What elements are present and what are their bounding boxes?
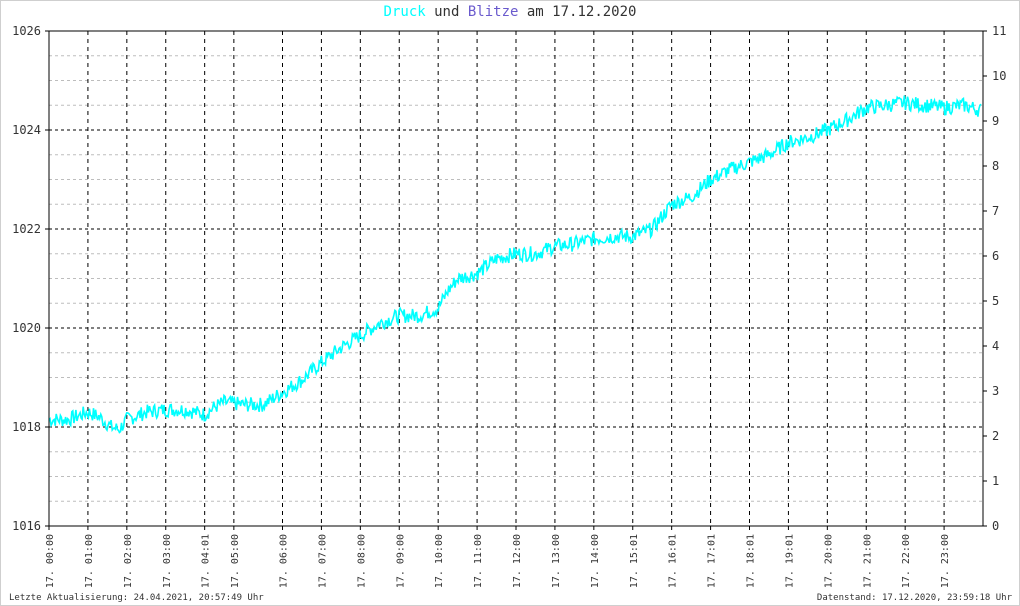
series-druck-line <box>48 95 982 434</box>
right-axis-label: 1 <box>992 474 999 488</box>
left-axis-label: 1018 <box>12 420 41 434</box>
footer-last-update: Letzte Aktualisierung: 24.04.2021, 20:57… <box>9 593 264 603</box>
x-axis-label: 17. 18:01 <box>746 534 757 588</box>
x-axis-label: 17. 23:00 <box>940 534 951 588</box>
left-axis-label: 1026 <box>12 24 41 38</box>
x-axis-label: 17. 09:00 <box>395 534 406 588</box>
right-axis-label: 6 <box>992 249 999 263</box>
x-axis-label: 17. 05:00 <box>230 534 241 588</box>
x-axis-label: 17. 08:00 <box>356 534 367 588</box>
x-axis-label: 17. 10:00 <box>434 534 445 588</box>
right-axis-label: 0 <box>992 519 999 533</box>
left-axis-label: 1024 <box>12 123 41 137</box>
x-axis-label: 17. 17:01 <box>707 534 718 588</box>
x-axis-label: 17. 11:00 <box>473 534 484 588</box>
right-axis-label: 8 <box>992 159 999 173</box>
x-axis-label: 17. 03:00 <box>162 534 173 588</box>
x-axis-label: 17. 01:00 <box>84 534 95 588</box>
left-axis-label: 1022 <box>12 222 41 236</box>
left-axis-label: 1016 <box>12 519 41 533</box>
x-axis-label: 17. 14:00 <box>590 534 601 588</box>
chart: 1016 1018 1020 1022 1024 1026 0 1 2 3 4 5 6 7 8 9 10 11 17… <box>12 24 1006 588</box>
x-axis-label: 17. 21:00 <box>862 534 873 588</box>
x-axis-label: 17. 19:01 <box>784 534 795 588</box>
right-axis-label: 2 <box>992 429 999 443</box>
x-axis-label: 17. 02:00 <box>123 534 134 588</box>
right-axis-label: 4 <box>992 339 999 353</box>
right-axis-label: 9 <box>992 114 999 128</box>
x-axis-label: 17. 00:00 <box>45 534 56 588</box>
right-axis-label: 5 <box>992 294 999 308</box>
x-axis-label: 17. 12:00 <box>512 534 523 588</box>
x-axis-label: 17. 16:01 <box>668 534 679 588</box>
right-axis-label: 3 <box>992 384 999 398</box>
x-axis-label: 17. 20:00 <box>823 534 834 588</box>
footer-data-status: Datenstand: 17.12.2020, 23:59:18 Uhr <box>816 593 1012 603</box>
right-axis-label: 7 <box>992 204 999 218</box>
x-axis-label: 17. 06:00 <box>279 534 290 588</box>
x-axis-label: 17. 07:00 <box>317 534 328 588</box>
x-axis-label: 17. 15:01 <box>629 534 640 588</box>
left-axis-label: 1020 <box>12 321 41 335</box>
x-axis-label: 17. 22:00 <box>901 534 912 588</box>
right-axis-label: 11 <box>992 24 1006 38</box>
right-axis-label: 10 <box>992 69 1006 83</box>
x-axis-label: 17. 13:00 <box>551 534 562 588</box>
x-axis-label: 17. 04:01 <box>201 534 212 588</box>
